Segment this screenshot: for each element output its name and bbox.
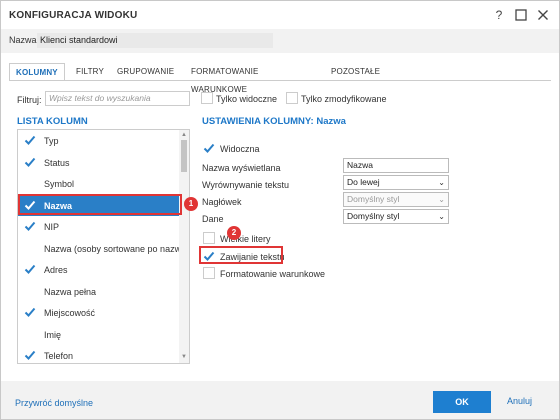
close-icon	[538, 10, 548, 20]
column-list-item-label: Imię	[44, 329, 62, 340]
column-list-item[interactable]: Adres	[18, 259, 180, 280]
dialog-footer: Przywróć domyślne OK Anuluj	[1, 381, 559, 419]
step-badge-2: 2	[227, 226, 241, 240]
title-bar: KONFIGURACJA WIDOKU ?	[1, 1, 559, 29]
column-list-item[interactable]: Nazwa (osoby sortowane po nazwisku)	[18, 238, 189, 259]
scroll-down-icon[interactable]: ▼	[180, 353, 188, 361]
column-list-item[interactable]: Symbol	[18, 173, 180, 194]
column-settings-title: USTAWIENIA KOLUMNY: Nazwa	[202, 116, 346, 127]
wrap-text-highlight	[199, 246, 283, 264]
check-icon[interactable]	[24, 220, 36, 232]
display-name-input[interactable]: Nazwa	[343, 158, 449, 173]
tab-conditional-formatting[interactable]: FORMATOWANIE WARUNKOWE	[191, 63, 259, 94]
alignment-value: Do lewej	[347, 177, 380, 187]
checkbox-box[interactable]	[24, 177, 36, 189]
selected-row-highlight	[18, 194, 182, 215]
checkbox-box[interactable]	[24, 328, 36, 340]
name-row: Nazwa: Klienci standardowi	[1, 29, 559, 53]
close-button[interactable]	[535, 7, 551, 23]
maximize-button[interactable]	[513, 7, 529, 23]
filter-label: Filtruj:	[17, 95, 42, 105]
scroll-up-icon[interactable]: ▲	[180, 131, 188, 139]
column-list-item-label: Symbol	[44, 179, 75, 189]
header-style-select[interactable]: Domyślny styl ⌄	[343, 192, 449, 207]
tab-grouping[interactable]: GRUPOWANIE	[117, 63, 174, 81]
header-style-value: Domyślny styl	[347, 194, 400, 204]
checkbox-box	[203, 267, 215, 279]
dialog-title: KONFIGURACJA WIDOKU	[9, 10, 138, 21]
column-list-item-label: Nazwa pełna	[44, 286, 97, 297]
checkbox-box	[201, 92, 213, 104]
column-list-item-label: Telefon	[44, 351, 74, 361]
checkbox-box	[203, 232, 215, 244]
visible-label: Widoczna	[220, 144, 260, 154]
column-list-item[interactable]: Telefon	[18, 345, 180, 363]
alignment-select[interactable]: Do lewej ⌄	[343, 175, 449, 190]
check-icon[interactable]	[24, 263, 36, 275]
data-label: Dane	[202, 214, 224, 224]
help-button[interactable]: ?	[491, 7, 507, 23]
column-list-item[interactable]: Status	[18, 152, 180, 173]
chevron-down-icon: ⌄	[438, 195, 445, 204]
check-icon	[203, 143, 215, 153]
check-icon[interactable]	[24, 156, 36, 168]
column-list-item[interactable]: Nazwa pełna	[18, 281, 180, 302]
header-label: Nagłówek	[202, 197, 242, 207]
tab-divider	[9, 80, 551, 81]
column-list-item-label: NIP	[44, 222, 60, 232]
column-list[interactable]: Typ Status Symbol Nazwa NIP Nazwa (osoby sort…	[17, 129, 190, 364]
step-badge-1: 1	[184, 197, 198, 211]
column-list-item-label: Status	[44, 157, 70, 168]
data-style-select[interactable]: Domyślny styl ⌄	[343, 209, 449, 224]
alignment-label: Wyrównywanie tekstu	[202, 180, 289, 190]
data-style-value: Domyślny styl	[347, 211, 400, 221]
checkbox-box[interactable]	[24, 242, 36, 254]
scroll-thumb[interactable]	[181, 140, 187, 172]
chevron-down-icon: ⌄	[438, 178, 445, 187]
column-list-item-label: Typ	[44, 136, 59, 146]
chevron-down-icon: ⌄	[438, 212, 445, 221]
column-list-item-label: Nazwa (osoby sortowane po nazwisku)	[44, 243, 190, 254]
column-list-item[interactable]: Imię	[18, 324, 180, 345]
reset-defaults-link[interactable]: Przywróć domyślne	[15, 398, 93, 408]
name-label: Nazwa:	[9, 35, 40, 45]
only-visible-label: Tylko widoczne	[216, 94, 278, 104]
only-modified-label: Tylko zmodyfikowane	[301, 94, 387, 104]
column-list-item-label: Miejscowość	[44, 308, 96, 318]
maximize-icon	[515, 9, 527, 21]
name-input[interactable]: Klienci standardowi	[37, 33, 273, 48]
tab-columns[interactable]: KOLUMNY	[9, 63, 65, 81]
checkbox-box	[286, 92, 298, 104]
view-config-dialog: KONFIGURACJA WIDOKU ? Nazwa: Klienci sta…	[0, 0, 560, 420]
checkbox-box[interactable]	[24, 285, 36, 297]
cancel-button[interactable]: Anuluj	[507, 396, 532, 406]
tab-filters[interactable]: FILTRY	[76, 63, 104, 81]
column-list-item[interactable]: NIP	[18, 216, 180, 237]
display-name-label: Nazwa wyświetlana	[202, 163, 281, 173]
check-icon[interactable]	[24, 349, 36, 361]
column-list-title: LISTA KOLUMN	[17, 116, 88, 127]
ok-button[interactable]: OK	[433, 391, 491, 413]
column-list-item[interactable]: Miejscowość	[18, 302, 180, 323]
check-icon[interactable]	[24, 306, 36, 318]
column-list-item[interactable]: Typ	[18, 130, 180, 151]
column-list-item-label: Adres	[44, 265, 68, 275]
filter-input[interactable]: Wpisz tekst do wyszukania	[45, 91, 190, 106]
column-list-scrollbar[interactable]: ▲ ▼	[179, 130, 189, 363]
conditional-format-label: Formatowanie warunkowe	[220, 269, 326, 279]
tab-other[interactable]: POZOSTAŁE	[331, 63, 380, 81]
check-icon[interactable]	[24, 134, 36, 146]
